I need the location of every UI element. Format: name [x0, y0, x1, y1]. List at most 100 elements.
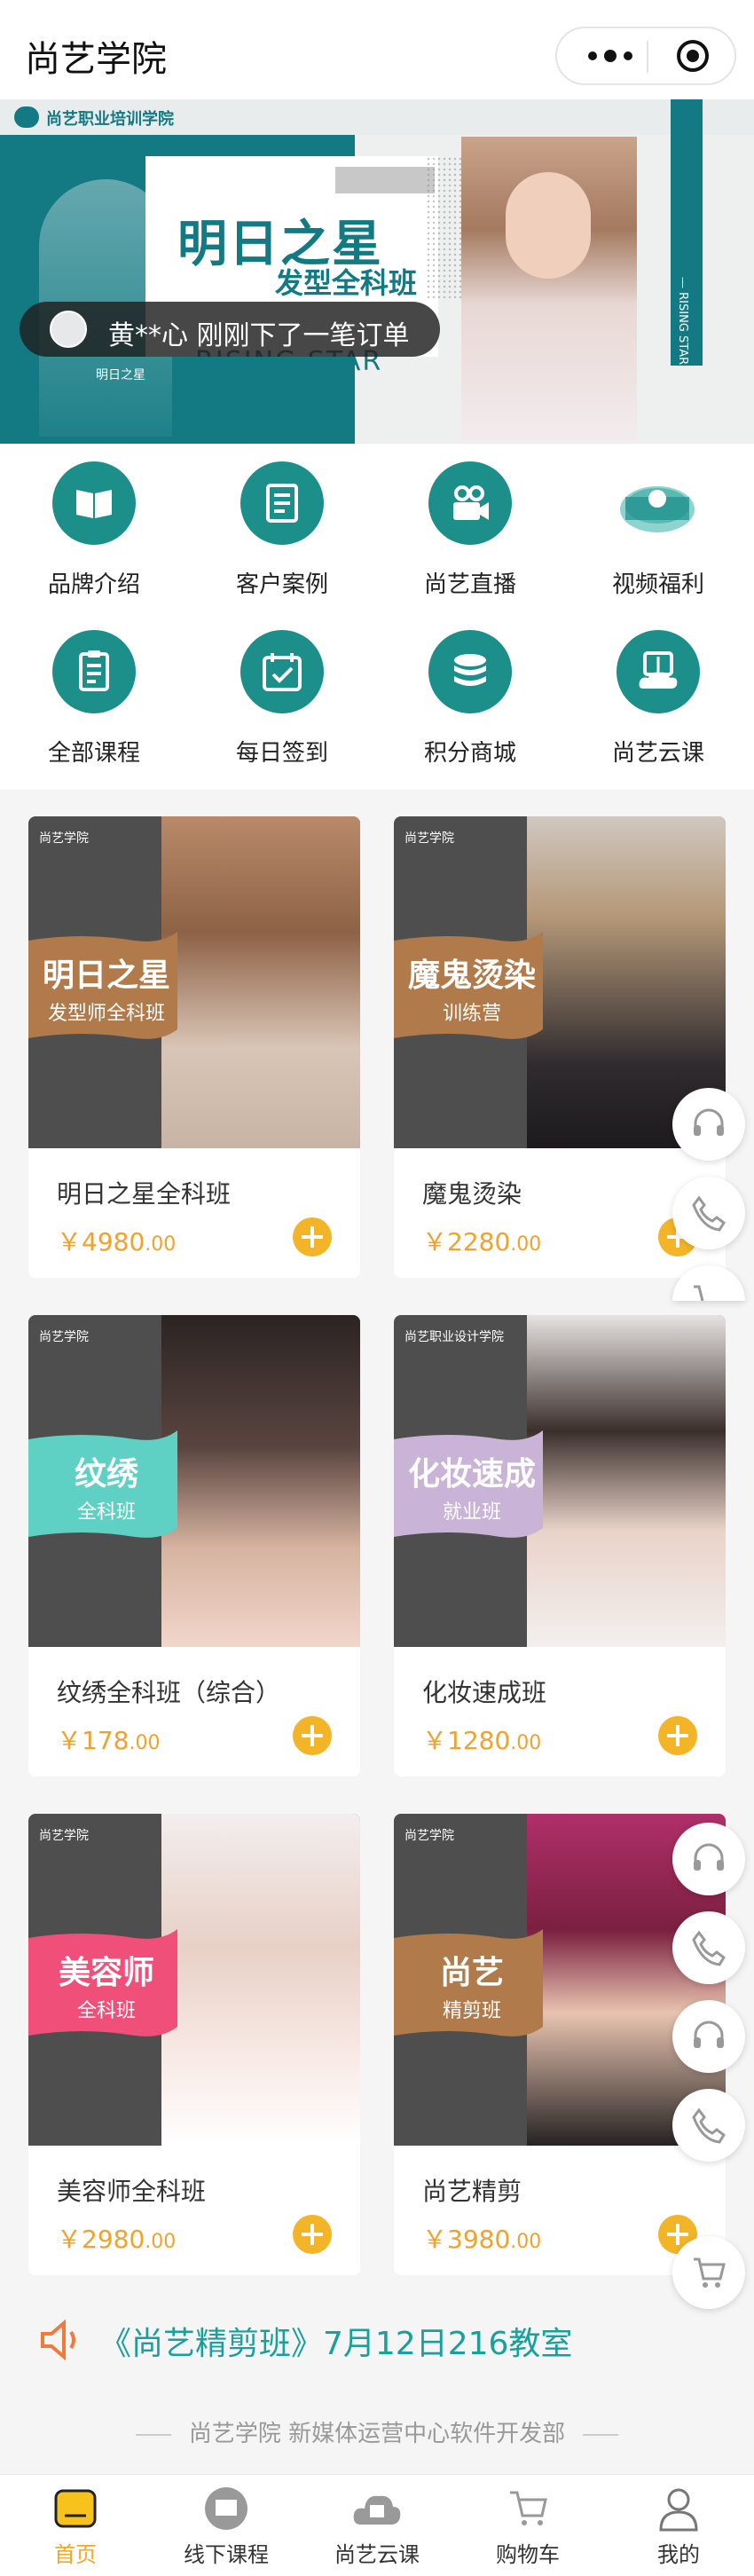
bottom-tab-bar: 首页 线下课程 尚艺云课 购物车 我的 — [0, 2474, 754, 2576]
ribbon-subtitle: 训练营 — [442, 1003, 501, 1025]
product-image[interactable]: 尚艺学院 明日之星 发型师全科班 — [28, 816, 360, 1148]
product-brand: 尚艺学院 — [39, 1829, 89, 1843]
document-icon — [240, 461, 324, 545]
cart-icon — [503, 2485, 553, 2532]
cart-icon — [694, 1285, 704, 1301]
customer-service-button[interactable] — [672, 1088, 745, 1161]
currency-symbol: ￥ — [57, 2225, 82, 2254]
product-card[interactable]: 尚艺学院 明日之星 发型师全科班 明日之星全科班 ￥4980.00 — [28, 816, 360, 1278]
banner-card-accent — [335, 167, 435, 193]
add-to-cart-button[interactable] — [658, 1716, 697, 1755]
product-card[interactable]: 尚艺职业设计学院 化妆速成 就业班化妆速成班 ￥1280.00 — [394, 1315, 726, 1776]
ribbon-title: 美容师 — [58, 1955, 154, 1991]
banner-carousel[interactable]: 尚艺职业培训学院 明日之星 明日之星 发型全科班 RISING STAR — R… — [0, 99, 754, 444]
ribbon-title: 明日之星 — [42, 957, 170, 994]
price-integer: 178 — [82, 1726, 130, 1755]
banner-model-photo — [461, 137, 637, 444]
ribbon-title: 魔鬼烫染 — [407, 957, 536, 994]
product-photo — [527, 1315, 726, 1647]
menu-item-points-mall[interactable]: 积分商城 — [376, 630, 564, 768]
product-image[interactable]: 尚艺学院美容师全科班 — [28, 1814, 360, 2146]
more-icon[interactable] — [584, 43, 637, 69]
price-cents: .00 — [510, 2231, 542, 2253]
cart-icon — [694, 2257, 726, 2288]
price-integer: 4980 — [82, 1227, 145, 1256]
currency-symbol: ￥ — [422, 2225, 448, 2254]
tab-cart[interactable]: 购物车 — [452, 2485, 603, 2568]
menu-item-label: 视频福利 — [611, 571, 704, 598]
phone-call-button[interactable] — [672, 1911, 745, 1984]
product-image[interactable]: 尚艺学院 纹绣 全科班 — [28, 1315, 360, 1647]
user-icon — [654, 2485, 703, 2532]
price-cents: .00 — [129, 1732, 161, 1754]
menu-item-all-courses[interactable]: 全部课程 — [0, 630, 188, 768]
tab-home[interactable]: 首页 — [0, 2485, 151, 2568]
school-logo-icon — [14, 106, 39, 128]
footer-credit-text: 尚艺学院 新媒体运营中心软件开发部 — [188, 2421, 566, 2447]
footer-credit: 尚艺学院 新媒体运营中心软件开发部 — [0, 2415, 754, 2448]
currency-symbol: ￥ — [57, 1227, 82, 1256]
menu-item-brand[interactable]: 品牌介绍 — [0, 461, 188, 599]
order-toast-message: 黄**心 刚刚下了一笔订单 — [108, 320, 410, 351]
tab-offline-courses[interactable]: 线下课程 — [151, 2485, 302, 2568]
product-name: 美容师全科班 — [57, 2177, 207, 2206]
price-integer: 1280 — [447, 1726, 511, 1755]
menu-item-live[interactable]: 尚艺直播 — [376, 461, 564, 599]
product-image[interactable]: 尚艺学院 魔鬼烫染 训练营 — [394, 816, 726, 1148]
menu-item-video[interactable]: 视频福利 — [564, 461, 752, 599]
product-price: ￥2980.00 — [57, 2220, 176, 2256]
announcement-bar[interactable]: 《尚艺精剪班》7月12日216教室 — [0, 2309, 754, 2371]
close-target-icon[interactable] — [676, 39, 710, 73]
mini-program-capsule — [555, 27, 736, 85]
currency-symbol: ￥ — [422, 1726, 448, 1755]
ribbon-subtitle: 就业班 — [442, 1501, 501, 1524]
menu-item-checkin[interactable]: 每日签到 — [188, 630, 376, 768]
add-to-cart-button[interactable] — [293, 1716, 332, 1755]
product-name: 明日之星全科班 — [57, 1179, 232, 1209]
ribbon-subtitle: 全科班 — [76, 2000, 136, 2022]
phone-call-button[interactable] — [672, 2089, 745, 2162]
customer-service-button[interactable] — [672, 2000, 745, 2073]
tab-cloud-class[interactable]: 尚艺云课 — [302, 2485, 452, 2568]
price-cents: .00 — [145, 2231, 177, 2253]
tab-label: 线下课程 — [184, 2542, 269, 2567]
cart-float-button[interactable] — [672, 2236, 745, 2309]
menu-item-cases[interactable]: 客户案例 — [188, 461, 376, 599]
product-photo — [161, 816, 360, 1148]
product-name: 化妆速成班 — [422, 1678, 547, 1707]
product-brand: 尚艺学院 — [39, 1330, 89, 1344]
product-card[interactable]: 尚艺学院 美容师 全科班 美容师全科班 ￥2980.00 — [28, 1814, 360, 2275]
customer-service-button[interactable] — [672, 1823, 745, 1895]
add-to-cart-button[interactable] — [293, 2215, 332, 2254]
product-brand: 尚艺学院 — [39, 831, 89, 846]
cloud-class-icon — [352, 2485, 402, 2532]
phone-call-button[interactable] — [672, 1177, 745, 1249]
headset-icon — [694, 1843, 724, 1871]
coin-stack-icon — [428, 630, 512, 713]
banner-subtitle: 发型全科班 — [275, 266, 418, 300]
announcement-text: 《尚艺精剪班》7月12日216教室 — [99, 2326, 573, 2362]
price-cents: .00 — [510, 1233, 542, 1256]
home-icon — [51, 2485, 100, 2532]
video-camera-icon — [428, 461, 512, 545]
menu-item-cloud-class[interactable]: 尚艺云课 — [564, 630, 752, 768]
tab-label: 购物车 — [496, 2542, 560, 2567]
calendar-check-icon — [240, 630, 324, 713]
phone-icon — [692, 2107, 727, 2144]
tab-profile[interactable]: 我的 — [603, 2485, 754, 2568]
footer-dash-right — [583, 2433, 619, 2436]
product-name: 纹绣全科班（综合） — [57, 1678, 281, 1707]
film-roll-icon — [617, 461, 700, 545]
add-to-cart-button[interactable] — [293, 1217, 332, 1256]
menu-item-label: 全部课程 — [47, 740, 140, 767]
menu-item-label: 客户案例 — [235, 571, 328, 598]
product-image[interactable]: 尚艺职业设计学院 化妆速成 就业班 — [394, 1315, 726, 1647]
product-card[interactable]: 尚艺学院 纹绣 全科班 纹绣全科班（综合） ￥178.00 — [28, 1315, 360, 1776]
product-price: ￥1280.00 — [422, 1721, 541, 1757]
top-bar: 尚艺学院 — [0, 0, 754, 99]
ribbon-subtitle: 全科班 — [76, 1501, 136, 1524]
menu-item-label: 品牌介绍 — [47, 571, 140, 598]
banner-small-tag: 明日之星 — [96, 368, 145, 382]
buyer-avatar — [50, 311, 87, 348]
order-toast: 黄**心 刚刚下了一笔订单 — [20, 302, 440, 357]
